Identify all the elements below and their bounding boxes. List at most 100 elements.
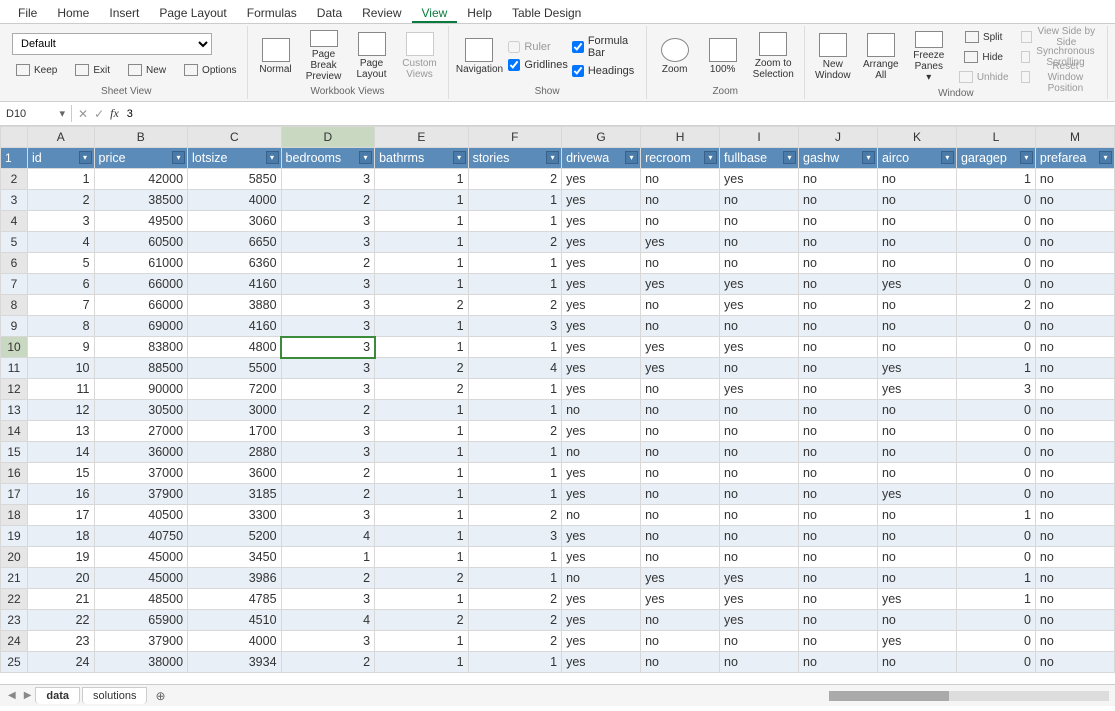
cell[interactable]: yes bbox=[720, 589, 799, 610]
filter-button-fullbase[interactable] bbox=[783, 151, 796, 164]
cell[interactable]: 1 bbox=[956, 169, 1035, 190]
page-layout-button[interactable]: Page Layout bbox=[350, 28, 394, 84]
exit-button[interactable]: Exit bbox=[71, 61, 114, 79]
cell[interactable]: no bbox=[877, 211, 956, 232]
custom-views-button[interactable]: Custom Views bbox=[398, 28, 442, 84]
cell[interactable]: 0 bbox=[956, 526, 1035, 547]
cell[interactable]: 2 bbox=[375, 295, 469, 316]
cell[interactable]: 88500 bbox=[94, 358, 188, 379]
cell[interactable]: 3 bbox=[281, 211, 375, 232]
cell[interactable]: no bbox=[720, 442, 799, 463]
cell[interactable]: yes bbox=[562, 379, 641, 400]
cell[interactable]: 17 bbox=[28, 505, 95, 526]
split-button[interactable]: Split bbox=[955, 28, 1013, 46]
col-header-G[interactable]: G bbox=[562, 127, 641, 148]
cell[interactable]: 1 bbox=[468, 463, 562, 484]
reset-pos-button[interactable]: Reset Window Position bbox=[1017, 68, 1101, 86]
formula-bar-check[interactable]: Formula Bar bbox=[572, 35, 640, 59]
cell[interactable]: yes bbox=[720, 169, 799, 190]
cell[interactable]: 5200 bbox=[188, 526, 282, 547]
navigation-button[interactable]: Navigation bbox=[455, 28, 505, 84]
cell[interactable]: no bbox=[799, 274, 878, 295]
cell[interactable]: yes bbox=[562, 526, 641, 547]
cell[interactable]: 1 bbox=[468, 547, 562, 568]
cell[interactable]: 1 bbox=[956, 589, 1035, 610]
cell[interactable]: no bbox=[641, 442, 720, 463]
grid-area[interactable]: ABCDEFGHIJKLM1idpricelotsizebedroomsbath… bbox=[0, 126, 1115, 684]
filter-button-lotsize[interactable] bbox=[266, 151, 279, 164]
col-header-L[interactable]: L bbox=[956, 127, 1035, 148]
cell[interactable]: no bbox=[720, 505, 799, 526]
cell[interactable]: no bbox=[1035, 190, 1114, 211]
cell[interactable]: yes bbox=[562, 337, 641, 358]
cell[interactable]: 3 bbox=[281, 295, 375, 316]
cell[interactable]: no bbox=[562, 505, 641, 526]
unhide-button[interactable]: Unhide bbox=[955, 68, 1013, 86]
cell[interactable]: 1 bbox=[375, 274, 469, 295]
tab-file[interactable]: File bbox=[8, 4, 47, 23]
add-sheet-button[interactable]: ⊕ bbox=[149, 687, 171, 705]
cell[interactable]: 37000 bbox=[94, 463, 188, 484]
cell[interactable]: no bbox=[877, 169, 956, 190]
zoom-selection-button[interactable]: Zoom to Selection bbox=[749, 28, 798, 84]
cell[interactable]: yes bbox=[720, 337, 799, 358]
cell[interactable]: 37900 bbox=[94, 484, 188, 505]
cell[interactable]: 1 bbox=[375, 652, 469, 673]
cell[interactable]: yes bbox=[877, 589, 956, 610]
cell[interactable]: no bbox=[877, 442, 956, 463]
zoom-button[interactable]: Zoom bbox=[653, 28, 697, 84]
cell[interactable]: no bbox=[1035, 547, 1114, 568]
cell[interactable]: no bbox=[799, 589, 878, 610]
cell[interactable]: no bbox=[720, 463, 799, 484]
cell[interactable]: 5500 bbox=[188, 358, 282, 379]
cell[interactable]: no bbox=[877, 421, 956, 442]
cell[interactable]: 65900 bbox=[94, 610, 188, 631]
cell[interactable]: yes bbox=[641, 358, 720, 379]
cell[interactable]: yes bbox=[562, 589, 641, 610]
cell[interactable]: yes bbox=[877, 274, 956, 295]
cell[interactable]: 0 bbox=[956, 316, 1035, 337]
row-header-14[interactable]: 14 bbox=[1, 421, 28, 442]
cell[interactable]: 4 bbox=[281, 610, 375, 631]
cell[interactable]: no bbox=[1035, 400, 1114, 421]
cell[interactable]: no bbox=[799, 484, 878, 505]
tab-formulas[interactable]: Formulas bbox=[237, 4, 307, 23]
row-header-19[interactable]: 19 bbox=[1, 526, 28, 547]
tab-view[interactable]: View bbox=[412, 4, 458, 23]
cell[interactable]: no bbox=[799, 379, 878, 400]
cell[interactable]: yes bbox=[641, 337, 720, 358]
filter-button-stories[interactable] bbox=[546, 151, 559, 164]
row-header-17[interactable]: 17 bbox=[1, 484, 28, 505]
cell[interactable]: 0 bbox=[956, 463, 1035, 484]
cell[interactable]: 4000 bbox=[188, 631, 282, 652]
cell[interactable]: 3880 bbox=[188, 295, 282, 316]
cell[interactable]: 2 bbox=[468, 169, 562, 190]
cell[interactable]: 2 bbox=[468, 505, 562, 526]
cell[interactable]: no bbox=[1035, 505, 1114, 526]
ruler-check[interactable]: Ruler bbox=[508, 41, 567, 53]
cell[interactable]: 3185 bbox=[188, 484, 282, 505]
cell[interactable]: no bbox=[877, 253, 956, 274]
cell[interactable]: 23 bbox=[28, 631, 95, 652]
cell[interactable]: 1 bbox=[468, 190, 562, 211]
tab-insert[interactable]: Insert bbox=[99, 4, 149, 23]
cell[interactable]: no bbox=[720, 421, 799, 442]
col-header-M[interactable]: M bbox=[1035, 127, 1114, 148]
cell[interactable]: yes bbox=[562, 316, 641, 337]
tab-review[interactable]: Review bbox=[352, 4, 411, 23]
cell[interactable]: 18 bbox=[28, 526, 95, 547]
cell[interactable]: 0 bbox=[956, 337, 1035, 358]
filter-button-recroom[interactable] bbox=[704, 151, 717, 164]
table-header-fullbase[interactable]: fullbase bbox=[720, 148, 799, 169]
cell[interactable]: 61000 bbox=[94, 253, 188, 274]
col-header-I[interactable]: I bbox=[720, 127, 799, 148]
cell[interactable]: 2 bbox=[281, 190, 375, 211]
cell[interactable]: 1 bbox=[468, 379, 562, 400]
cell[interactable]: yes bbox=[562, 274, 641, 295]
cell[interactable]: no bbox=[720, 652, 799, 673]
cell[interactable]: yes bbox=[720, 379, 799, 400]
cell[interactable]: no bbox=[641, 169, 720, 190]
cell[interactable]: 38000 bbox=[94, 652, 188, 673]
cell[interactable]: 0 bbox=[956, 274, 1035, 295]
cell[interactable]: no bbox=[799, 337, 878, 358]
